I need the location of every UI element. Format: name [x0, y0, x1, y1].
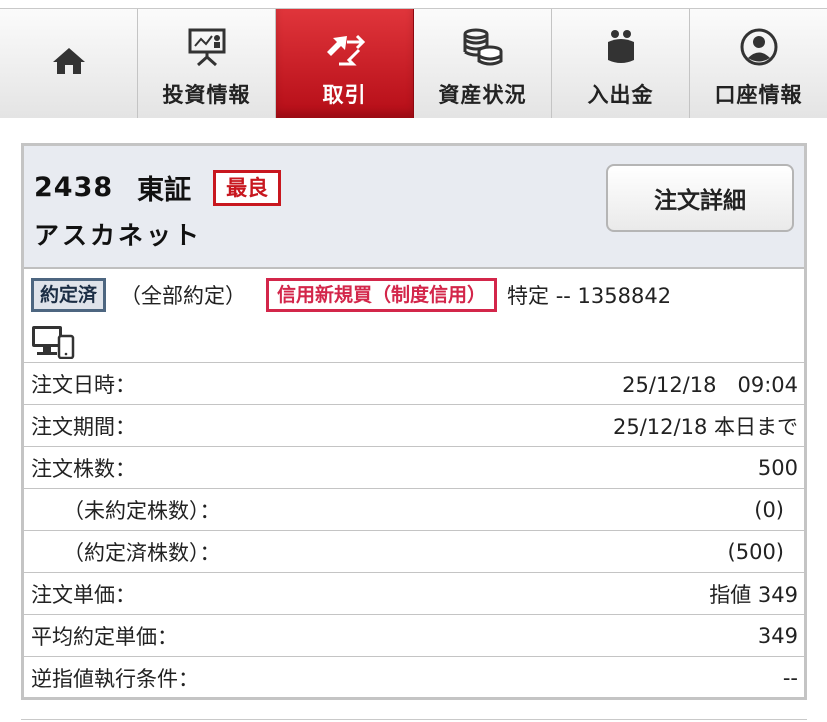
order-info-table: 注文日時： 25/12/18 09:04 注文期間： 25/12/18 本日まで… — [24, 363, 804, 699]
stock-name: アスカネット — [34, 221, 203, 250]
row-value: -- — [782, 666, 798, 690]
nav-label: 口座情報 — [714, 83, 803, 107]
row-label: 注文株数： — [31, 456, 136, 481]
order-status-area: 約定済 （全部約定） 信用新規買（制度信用） 特定 -- 1358842 — [24, 269, 804, 363]
nav-investment-info[interactable]: 投資情報 — [138, 9, 276, 118]
status-line: 約定済 （全部約定） 信用新規買（制度信用） 特定 -- 1358842 — [31, 278, 671, 312]
order-card: 2438 東証 最良 アスカネット 注文詳細 約定済 （全部約定） 信用新規買（… — [21, 143, 807, 700]
status-note: （全部約定） — [120, 284, 247, 308]
row-order-price: 注文単価： 指値 349 — [24, 573, 804, 615]
trade-arrows-icon — [323, 25, 367, 69]
trade-type-badge: 信用新規買（制度信用） — [266, 278, 498, 312]
divider — [21, 719, 807, 720]
status-badge: 約定済 — [31, 278, 107, 312]
row-order-period: 注文期間： 25/12/18 本日まで — [24, 405, 804, 447]
nav-deposit-withdrawal[interactable]: 入出金 — [552, 9, 690, 118]
row-value: 指値 349 — [709, 582, 798, 607]
stock-code-line: 2438 東証 最良 — [34, 168, 282, 207]
row-value: 25/12/18 本日まで — [613, 414, 798, 439]
market-name: 東証 — [137, 175, 192, 206]
top-nav: 投資情報 取引 資産状況 入出金 口座情報 — [0, 8, 827, 118]
row-label: （未約定株数）： — [63, 498, 221, 523]
row-executed-quantity: （約定済株数）： (500) — [24, 531, 804, 573]
user-circle-icon — [739, 25, 779, 69]
row-value: 500 — [757, 455, 798, 480]
nav-label: 取引 — [322, 83, 367, 107]
coins-stack-icon — [462, 25, 504, 69]
nav-label: 資産状況 — [438, 83, 527, 107]
row-value: (0) — [754, 497, 784, 522]
row-average-execution-price: 平均約定単価： 349 — [24, 615, 804, 657]
nav-label: 入出金 — [587, 83, 654, 107]
row-label: 平均約定単価： — [31, 624, 178, 649]
nav-assets[interactable]: 資産状況 — [414, 9, 552, 118]
pc-smartphone-icon — [31, 325, 75, 363]
nav-home[interactable] — [0, 9, 138, 118]
stock-code: 2438 — [34, 172, 114, 203]
row-stop-condition: 逆指値執行条件： -- — [24, 657, 804, 699]
nav-account-info[interactable]: 口座情報 — [690, 9, 827, 118]
row-value: (500) — [727, 539, 784, 564]
price-type-badge: 最良 — [213, 169, 282, 206]
row-unexecuted-quantity: （未約定株数）： (0) — [24, 489, 804, 531]
row-label: 注文期間： — [31, 414, 136, 439]
row-value: 349 — [757, 623, 798, 648]
home-icon — [51, 39, 87, 83]
presentation-board-icon — [187, 25, 227, 69]
row-order-datetime: 注文日時： 25/12/18 09:04 — [24, 363, 804, 405]
row-label: 注文単価： — [31, 582, 136, 607]
account-info: 特定 -- 1358842 — [507, 284, 672, 308]
row-order-quantity: 注文株数： 500 — [24, 447, 804, 489]
row-value: 25/12/18 09:04 — [622, 372, 798, 397]
row-label: 逆指値執行条件： — [31, 667, 199, 691]
row-label: （約定済株数）： — [63, 540, 221, 565]
order-detail-button[interactable]: 注文詳細 — [606, 164, 794, 232]
order-header: 2438 東証 最良 アスカネット 注文詳細 — [24, 146, 804, 269]
nav-label: 投資情報 — [162, 83, 251, 107]
row-label: 注文日時： — [31, 372, 136, 397]
coin-purse-icon — [603, 25, 639, 69]
nav-trade[interactable]: 取引 — [276, 9, 414, 118]
